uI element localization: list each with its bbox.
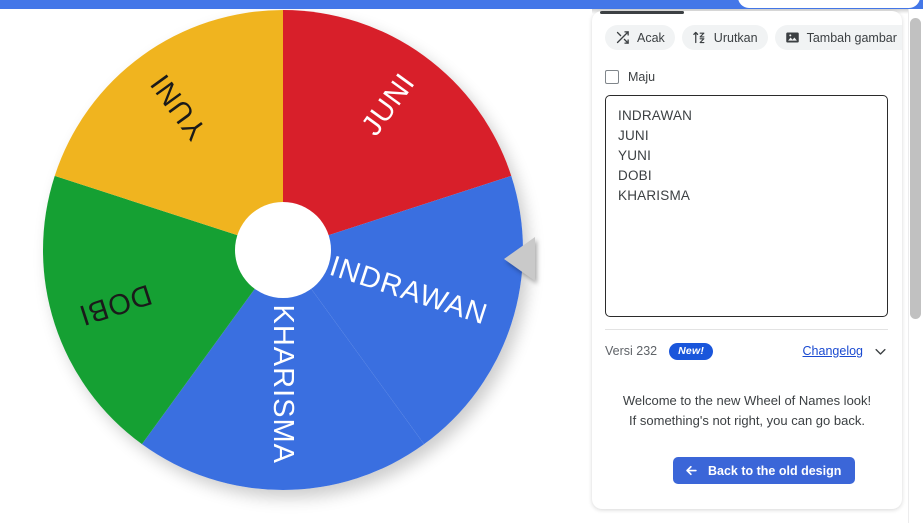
shuffle-label: Acak [637,30,665,45]
browser-address-bar[interactable] [738,0,920,8]
version-label: Versi 232 [605,344,658,358]
add-image-label: Tambah gambar [806,30,897,45]
image-icon [785,30,800,45]
sort-label: Urutkan [713,30,758,45]
sort-az-icon [692,30,707,45]
changelog-chevron-down-icon[interactable] [873,344,888,359]
tab-entries-indicator [600,11,684,14]
wheel-stage: JUNI INDRAWAN KHARISMA DOBI YUNI [0,9,592,523]
names-input[interactable]: INDRAWAN JUNI YUNI DOBI KHARISMA [605,95,888,317]
sort-button[interactable]: Urutkan [681,25,768,50]
advanced-checkbox[interactable] [605,70,619,84]
name-entry: KHARISMA [618,188,691,203]
page-scrollbar-track[interactable] [908,9,923,523]
wheel-pointer-icon [504,237,535,281]
advanced-option-row: Maju [605,70,655,84]
back-to-old-design-label: Back to the old design [708,463,842,478]
welcome-message: Welcome to the new Wheel of Names look! … [622,393,872,428]
browser-top-bar [0,0,923,9]
page-scrollbar-thumb[interactable] [910,18,921,319]
advanced-label: Maju [628,70,656,84]
back-to-old-design-button[interactable]: Back to the old design [673,457,856,484]
wheel-segment-label: KHARISMA [267,305,299,464]
names-panel: Acak Urutkan Tambah gambar Maju INDRAWAN… [592,11,902,509]
name-entry: DOBI [618,168,652,183]
wheel[interactable]: JUNI INDRAWAN KHARISMA DOBI YUNI [43,10,523,490]
new-badge: New! [669,342,714,360]
panel-divider [605,329,888,330]
name-entry: YUNI [618,148,652,163]
changelog-link[interactable]: Changelog [803,344,863,358]
arrow-left-icon [684,463,699,478]
shuffle-icon [615,30,630,45]
shuffle-button[interactable]: Acak [605,25,675,50]
name-entry: INDRAWAN [618,108,693,123]
wheel-center-hub[interactable] [235,202,331,298]
entries-toolbar: Acak Urutkan Tambah gambar [605,25,902,50]
app-root: JUNI INDRAWAN KHARISMA DOBI YUNI Acak Ur… [0,0,923,523]
version-row: Versi 232 New! Changelog [605,340,888,362]
add-image-button[interactable]: Tambah gambar [774,25,902,50]
name-entry: JUNI [618,128,649,143]
